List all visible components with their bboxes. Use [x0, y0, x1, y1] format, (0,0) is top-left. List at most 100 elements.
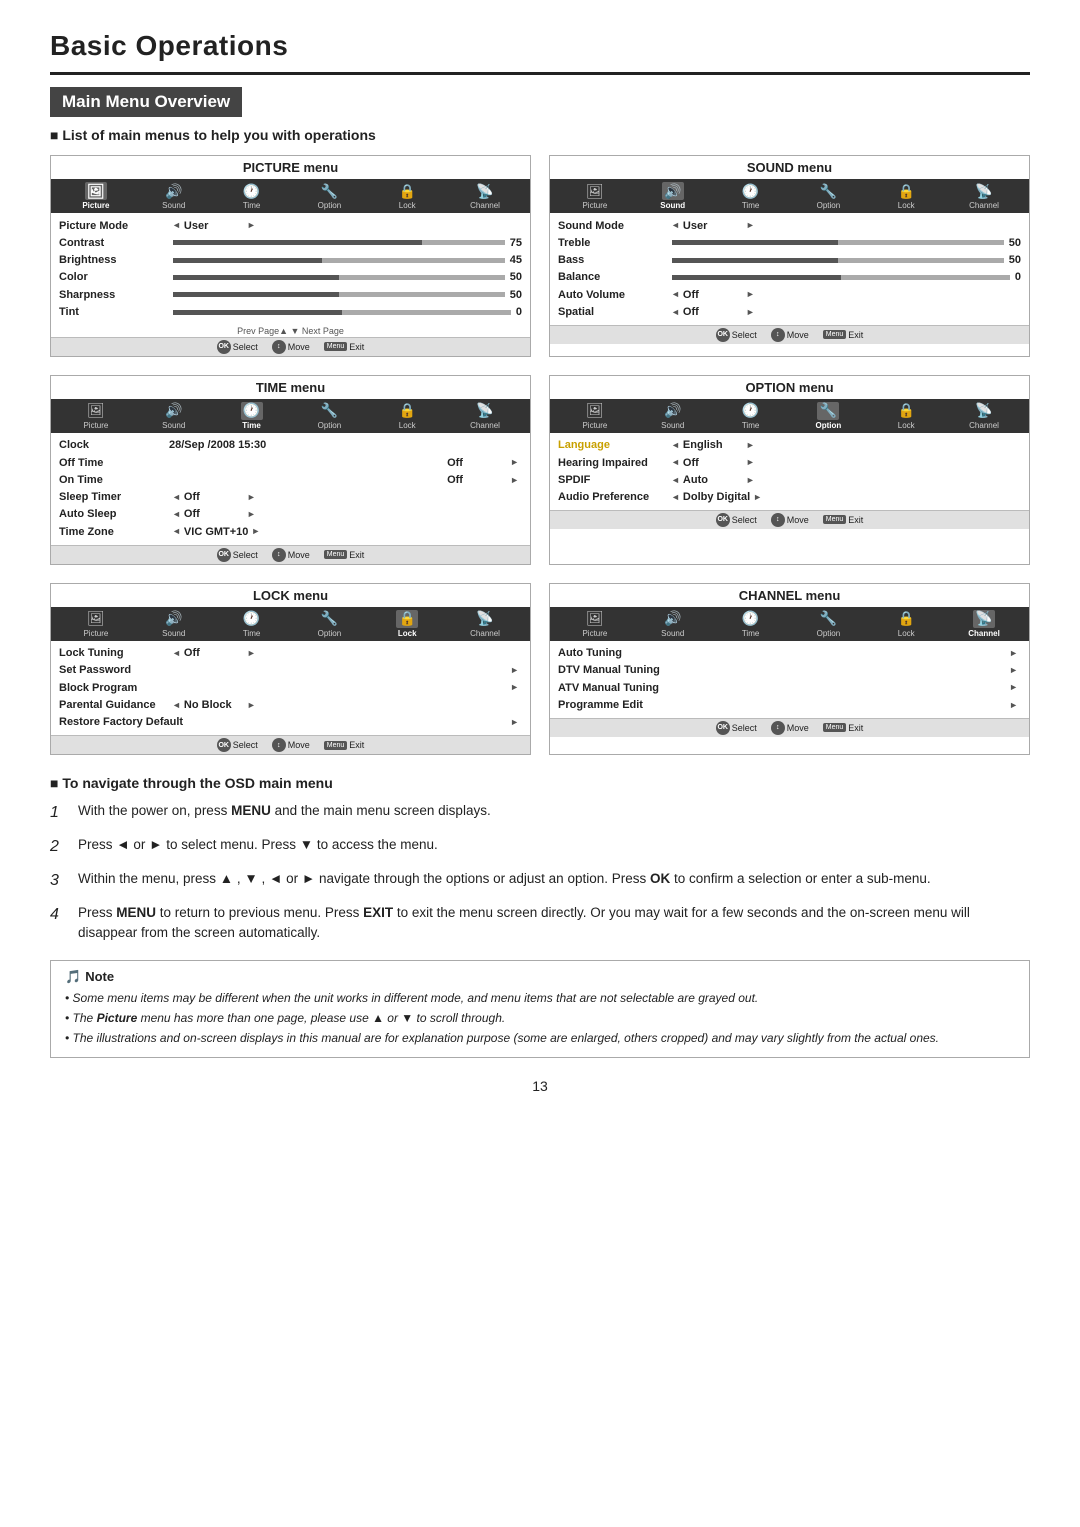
- menu-bar: [672, 258, 1004, 263]
- osd-label-channel: Channel: [969, 421, 999, 430]
- menu-footer-lock: OK Select↕ MoveMenu Exit: [51, 735, 530, 754]
- arrow-right-icon: [746, 306, 755, 319]
- btn-menu-icon: Menu: [823, 515, 847, 524]
- osd-tab-option: 🔧 Option: [789, 610, 867, 638]
- step-text: Within the menu, press ▲ , ▼ , ◄ or ► na…: [78, 869, 931, 893]
- list-intro: List of main menus to help you with oper…: [50, 127, 1030, 143]
- footer-exit: Menu Exit: [324, 340, 365, 354]
- menu-row: Sound Mode User: [558, 217, 1021, 234]
- menu-row: Programme Edit: [558, 696, 1021, 713]
- osd-icon-option: 🔧: [817, 610, 839, 628]
- osd-icon-picture: 🖼: [584, 182, 606, 200]
- menu-row-label: Sound Mode: [558, 219, 668, 233]
- osd-label-time: Time: [742, 201, 759, 210]
- footer-select: OK Select: [716, 328, 757, 342]
- osd-bar: 🖼 Picture 🔊 Sound 🕐 Time 🔧 Option 🔒 Lock…: [550, 179, 1029, 213]
- menu-row: ATV Manual Tuning: [558, 679, 1021, 696]
- osd-label-lock: Lock: [898, 421, 915, 430]
- menu-bar-num: 75: [510, 236, 522, 250]
- menu-row: Treble 50: [558, 234, 1021, 251]
- menu-row-label: Auto Volume: [558, 288, 668, 302]
- note-items: Some menu items may be different when th…: [65, 989, 1015, 1047]
- arrow-right-icon: [1009, 664, 1018, 677]
- menu-bar-fill: [173, 292, 339, 297]
- footer-select: OK Select: [716, 721, 757, 735]
- osd-icon-time: 🕐: [241, 610, 263, 628]
- menu-row-label: Language: [558, 438, 668, 452]
- nav-step-4: 4Press MENU to return to previous menu. …: [50, 903, 1030, 944]
- nav-header: To navigate through the OSD main menu: [50, 775, 1030, 791]
- menu-bar-container: 75: [173, 236, 522, 250]
- osd-tab-channel: 📡 Channel: [446, 182, 524, 210]
- menu-row: Off TimeOff: [59, 454, 522, 471]
- osd-label-channel: Channel: [969, 201, 999, 210]
- osd-tab-picture: 🖼 Picture: [556, 402, 634, 430]
- osd-icon-lock: 🔒: [396, 402, 418, 420]
- menu-bar-num: 50: [1009, 253, 1021, 267]
- osd-icon-option: 🔧: [318, 402, 340, 420]
- menu-row-value: VIC GMT+10: [184, 525, 249, 539]
- nav-steps: 1With the power on, press MENU and the m…: [50, 801, 1030, 944]
- step-number: 1: [50, 801, 66, 825]
- btn-arrow-icon: ↕: [272, 548, 286, 562]
- osd-tab-lock: 🔒 Lock: [867, 182, 945, 210]
- osd-tab-time: 🕐 Time: [712, 182, 790, 210]
- osd-label-lock: Lock: [898, 201, 915, 210]
- menu-row-value: Off: [683, 305, 743, 319]
- note-item: The illustrations and on-screen displays…: [65, 1029, 1015, 1047]
- footer-move: ↕ Move: [771, 513, 809, 527]
- arrow-left-icon: [671, 288, 680, 301]
- osd-label-sound: Sound: [660, 201, 685, 210]
- menu-row: Set Password: [59, 662, 522, 679]
- menu-row-value: Off: [184, 490, 244, 504]
- menu-row-label: Audio Preference: [558, 490, 668, 504]
- osd-label-sound: Sound: [661, 629, 684, 638]
- osd-label-option: Option: [816, 421, 842, 430]
- osd-icon-picture: 🖼: [85, 610, 107, 628]
- osd-label-time: Time: [742, 629, 759, 638]
- menu-row-label: Auto Tuning: [558, 646, 668, 660]
- osd-label-picture: Picture: [82, 201, 109, 210]
- menu-row-value: English: [683, 438, 743, 452]
- menu-row-value: Off: [447, 456, 507, 470]
- osd-icon-time: 🕐: [241, 402, 263, 420]
- menus-grid: PICTURE menu 🖼 Picture 🔊 Sound 🕐 Time 🔧 …: [50, 155, 1030, 755]
- osd-tab-channel: 📡 Channel: [446, 402, 524, 430]
- btn-arrow-icon: ↕: [771, 513, 785, 527]
- btn-arrow-icon: ↕: [272, 738, 286, 752]
- menu-row-label: Brightness: [59, 253, 169, 267]
- menu-title-picture: PICTURE menu: [51, 156, 530, 179]
- menu-row-value: No Block: [184, 698, 244, 712]
- btn-arrow-icon: ↕: [771, 721, 785, 735]
- menu-row: Contrast 75: [59, 234, 522, 251]
- arrow-right-icon: [247, 647, 256, 660]
- osd-tab-channel: 📡 Channel: [945, 182, 1023, 210]
- osd-tab-channel: 📡 Channel: [945, 610, 1023, 638]
- menu-row: SPDIFAuto: [558, 471, 1021, 488]
- menu-row-value: User: [683, 219, 743, 233]
- menu-row-label: Contrast: [59, 236, 169, 250]
- menu-box-sound: SOUND menu 🖼 Picture 🔊 Sound 🕐 Time 🔧 Op…: [549, 155, 1030, 357]
- btn-menu-icon: Menu: [324, 342, 348, 351]
- osd-tab-picture: 🖼 Picture: [57, 182, 135, 210]
- menu-box-option: OPTION menu 🖼 Picture 🔊 Sound 🕐 Time 🔧 O…: [549, 375, 1030, 565]
- menu-row: Auto SleepOff: [59, 506, 522, 523]
- footer-exit: Menu Exit: [823, 328, 864, 342]
- footer-select: OK Select: [217, 548, 258, 562]
- arrow-right-icon: [510, 681, 519, 694]
- menu-bar-container: 50: [672, 236, 1021, 250]
- menu-row-value: 28/Sep /2008 15:30: [169, 438, 266, 452]
- menu-row: Block Program: [59, 679, 522, 696]
- menu-title-sound: SOUND menu: [550, 156, 1029, 179]
- menu-row: Hearing ImpairedOff: [558, 454, 1021, 471]
- menu-row-label: Spatial: [558, 305, 668, 319]
- menu-bar-container: 50: [173, 288, 522, 302]
- osd-label-option: Option: [318, 629, 342, 638]
- osd-icon-lock: 🔒: [895, 402, 917, 420]
- osd-label-picture: Picture: [582, 629, 607, 638]
- osd-tab-lock: 🔒 Lock: [368, 402, 446, 430]
- footer-select: OK Select: [217, 738, 258, 752]
- osd-icon-lock: 🔒: [895, 610, 917, 628]
- nav-step-1: 1With the power on, press MENU and the m…: [50, 801, 1030, 825]
- arrow-right-icon: [1009, 699, 1018, 712]
